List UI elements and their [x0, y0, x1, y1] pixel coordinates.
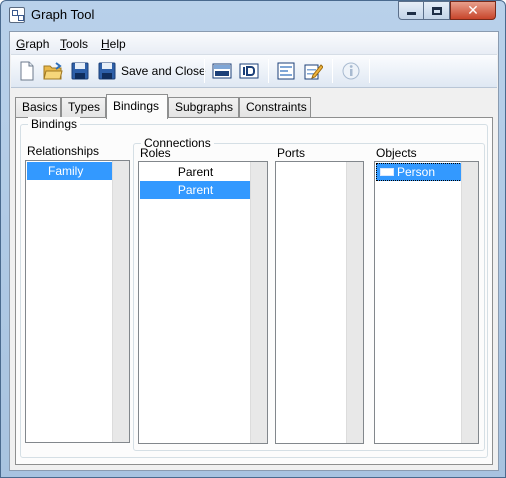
minimize-icon [406, 12, 416, 15]
ports-list[interactable] [275, 161, 364, 444]
client-area: Graph Tools Help Save and Close Basics T… [9, 31, 499, 471]
menu-bar: Graph Tools Help [10, 32, 498, 54]
open-folder-icon[interactable] [43, 61, 63, 81]
graph-tool-window: Graph Tool ✕ Graph Tools Help Save and C… [0, 0, 506, 478]
object-type-icon [380, 168, 394, 176]
objects-label: Objects [376, 146, 417, 160]
id-icon[interactable] [239, 61, 259, 81]
tab-strip: Basics Types Bindings Subgraphs Constrai… [10, 94, 498, 119]
list-item[interactable]: Parent [140, 163, 251, 181]
list-item[interactable]: Parent [140, 181, 251, 199]
toolbar-separator [369, 59, 370, 83]
objects-list[interactable]: Person [374, 161, 479, 444]
list-item[interactable]: Person [376, 163, 462, 181]
tab-bindings[interactable]: Bindings [106, 94, 168, 119]
save-and-close-button[interactable]: Save and Close [121, 64, 206, 78]
toolbar-separator [332, 59, 333, 83]
toolbar-separator [204, 59, 205, 83]
minimize-button[interactable] [398, 1, 424, 20]
toolbar-separator [268, 59, 269, 83]
title-bar[interactable]: Graph Tool ✕ [1, 1, 505, 29]
menu-graph[interactable]: Graph [16, 37, 49, 51]
scrollbar[interactable] [346, 162, 363, 443]
merl-icon[interactable] [212, 61, 232, 81]
save-icon[interactable] [70, 61, 90, 81]
tab-types[interactable]: Types [61, 97, 106, 118]
roles-label: Roles [140, 146, 171, 160]
save-and-close-icon[interactable] [97, 61, 117, 81]
menu-tools[interactable]: Tools [60, 37, 88, 51]
scrollbar[interactable] [112, 161, 129, 442]
edit-icon[interactable] [303, 61, 323, 81]
new-file-icon[interactable] [17, 61, 37, 81]
tab-subgraphs[interactable]: Subgraphs [168, 97, 239, 118]
scrollbar[interactable] [250, 162, 267, 443]
relationships-label: Relationships [27, 144, 100, 158]
bindings-panel: Bindings Relationships Family Connection… [15, 117, 493, 465]
info-icon[interactable] [341, 61, 361, 81]
maximize-icon [431, 6, 442, 15]
connections-group: Connections Roles Parent Parent Ports Ob… [133, 136, 485, 451]
maximize-button[interactable] [424, 1, 450, 20]
list-item-label: Person [397, 165, 436, 179]
ports-label: Ports [277, 146, 306, 160]
form-icon[interactable] [276, 61, 296, 81]
window-title: Graph Tool [31, 7, 95, 22]
close-button[interactable]: ✕ [450, 1, 496, 20]
toolbar: Save and Close [11, 54, 497, 88]
close-icon: ✕ [467, 2, 479, 19]
tab-constraints[interactable]: Constraints [239, 97, 311, 118]
tab-basics[interactable]: Basics [15, 97, 61, 118]
menu-help[interactable]: Help [101, 37, 126, 51]
scrollbar[interactable] [461, 162, 478, 443]
bindings-group-label: Bindings [28, 117, 81, 131]
list-item[interactable]: Family [27, 162, 113, 180]
app-icon [9, 7, 25, 23]
bindings-group: Bindings Relationships Family Connection… [20, 117, 488, 458]
roles-list[interactable]: Parent Parent [138, 161, 268, 444]
relationships-list[interactable]: Family [25, 160, 130, 443]
